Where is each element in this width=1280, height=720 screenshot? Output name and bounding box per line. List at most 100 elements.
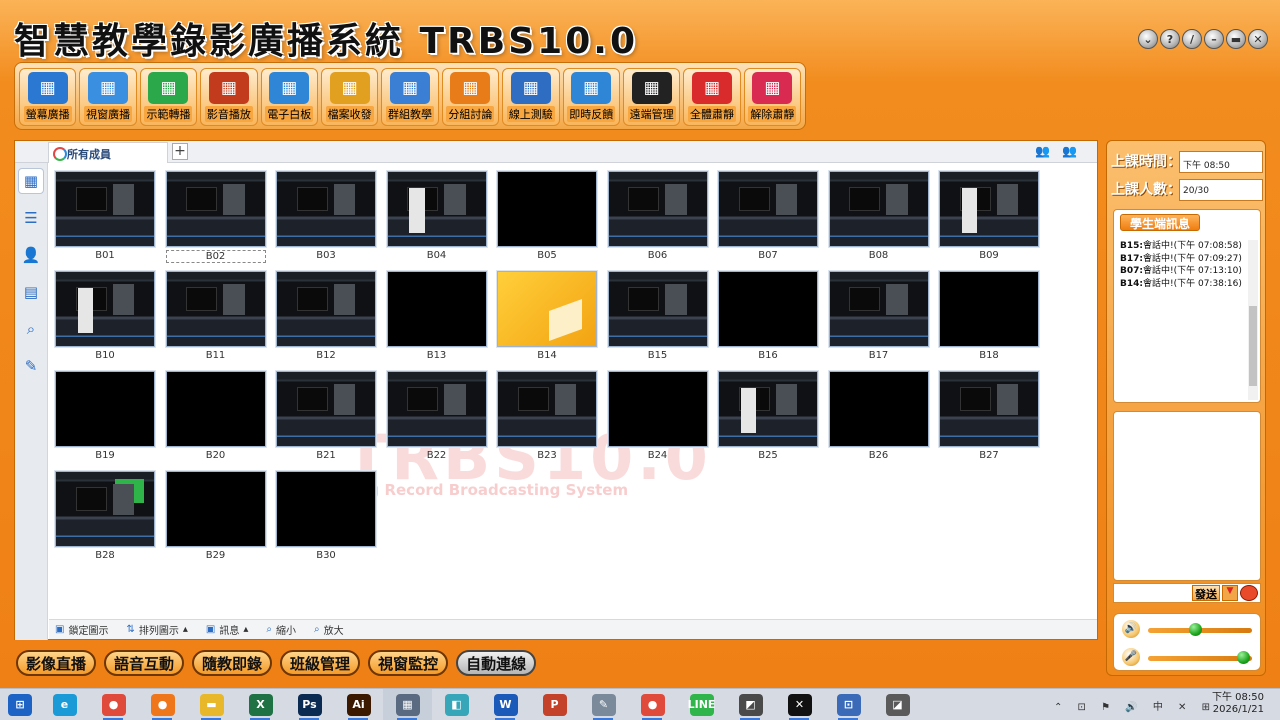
student-screen-thumbnail[interactable] (718, 371, 818, 447)
student-screen-thumbnail[interactable] (828, 171, 929, 247)
toolbar-button-4[interactable]: ▦ 影音播放 (200, 68, 258, 126)
student-screen-thumbnail[interactable] (497, 271, 597, 347)
taskbar-word[interactable]: W (481, 689, 530, 720)
student-tile[interactable]: B09 (939, 171, 1039, 263)
student-screen-thumbnail[interactable] (828, 271, 929, 347)
taskbar-network-app[interactable]: ⊡ (824, 689, 873, 720)
student-screen-thumbnail[interactable] (828, 371, 929, 447)
document-icon[interactable]: ▤ (18, 279, 44, 305)
student-screen-thumbnail[interactable] (165, 371, 266, 447)
taskbar-edge[interactable]: e (40, 689, 89, 720)
student-screen-thumbnail[interactable] (607, 371, 708, 447)
student-screen-thumbnail[interactable] (718, 171, 818, 247)
student-tile[interactable]: B14 (497, 271, 597, 363)
toolbar-button-6[interactable]: ▦ 檔案收發 (320, 68, 379, 126)
speaker-icon[interactable]: 🔊 (1122, 620, 1140, 638)
taskbar-paint[interactable]: ✎ (579, 689, 628, 720)
student-screen-thumbnail[interactable] (718, 271, 818, 347)
pen-icon[interactable]: ✎ (18, 353, 44, 379)
student-tile[interactable]: B04 (386, 171, 487, 263)
student-screen-thumbnail[interactable] (607, 171, 708, 247)
student-tile[interactable]: B21 (276, 371, 376, 463)
mode-tab[interactable]: 語音互動 (104, 650, 185, 676)
student-tile[interactable]: B28 (55, 471, 155, 563)
toolbar-button-7[interactable]: ▦ 群組教學 (381, 68, 439, 126)
send-button[interactable]: 發送 (1192, 585, 1220, 601)
toolbar-button-5[interactable]: ▦ 電子白板 (260, 68, 318, 126)
taskbar-chrome[interactable]: ● (89, 689, 138, 720)
zoom-in-button[interactable]: ⌕ 放大 (314, 622, 344, 637)
student-tile[interactable]: B25 (718, 371, 818, 463)
student-tile[interactable]: B03 (276, 171, 376, 263)
student-screen-thumbnail[interactable] (939, 271, 1039, 347)
toolbar-button-3[interactable]: ▦ 示範轉播 (139, 68, 198, 126)
student-screen-thumbnail[interactable] (607, 271, 708, 347)
list-view-icon[interactable]: ☰ (18, 205, 44, 231)
speaker-slider[interactable] (1148, 623, 1252, 636)
student-tile[interactable]: B24 (607, 371, 708, 463)
messages-scrollbar[interactable] (1248, 240, 1258, 400)
dropdown-icon[interactable]: ▼ (1222, 585, 1238, 601)
student-tile[interactable]: B26 (828, 371, 929, 463)
student-tile[interactable]: B06 (607, 171, 708, 263)
taskbar-photoshop[interactable]: Ps (285, 689, 334, 720)
lock-layout-button[interactable]: ▣ 鎖定圖示 (55, 622, 108, 637)
student-screen-thumbnail[interactable] (386, 271, 487, 347)
toolbar-button-2[interactable]: ▦ 視窗廣播 (79, 68, 137, 126)
toolbar-button-10[interactable]: ▦ 即時反饋 (562, 68, 620, 126)
mode-tab[interactable]: 隨教即錄 (192, 650, 273, 676)
mode-tab[interactable]: 視窗監控 (368, 650, 449, 676)
add-tab-button[interactable]: + (172, 143, 188, 160)
student-tile[interactable]: B05 (497, 171, 597, 263)
student-tile[interactable]: B20 (165, 371, 266, 463)
member-view-icons[interactable]: 👥👥 (1035, 144, 1089, 158)
search-doc-icon[interactable]: ⌕ (18, 316, 44, 342)
toolbar-button-8[interactable]: ▦ 分組討論 (441, 68, 500, 126)
speaker-knob[interactable] (1188, 623, 1202, 636)
student-tile[interactable]: B01 (55, 171, 155, 263)
taskbar-start[interactable]: ⊞ (0, 689, 40, 720)
tab-all-members[interactable]: 所有成員 (48, 142, 168, 163)
close-icon[interactable]: ✕ (1248, 29, 1268, 49)
toolbar-button-12[interactable]: ▦ 全體肅靜 (683, 68, 741, 126)
student-screen-thumbnail[interactable] (386, 371, 487, 447)
student-screen-thumbnail[interactable] (55, 471, 155, 547)
student-screen-thumbnail[interactable] (276, 471, 376, 547)
student-tile[interactable]: B13 (386, 271, 487, 363)
help-icon[interactable]: ? (1160, 29, 1180, 49)
student-tile[interactable]: B15 (607, 271, 708, 363)
student-tile[interactable]: B07 (718, 171, 818, 263)
minimize-alt-icon[interactable]: ⌄ (1138, 29, 1158, 49)
taskbar-trbs[interactable]: ▦ (383, 688, 432, 720)
mic-slider[interactable] (1148, 651, 1252, 664)
minimize-icon[interactable]: – (1204, 29, 1224, 49)
student-screen-thumbnail[interactable] (497, 171, 597, 247)
student-screen-thumbnail[interactable] (55, 371, 155, 447)
grid-view-icon[interactable]: ▦ (18, 168, 44, 194)
microphone-icon[interactable]: 🎤 (1122, 648, 1140, 666)
user-icon[interactable]: 👤 (18, 242, 44, 268)
student-screen-thumbnail[interactable] (497, 371, 597, 447)
student-tile[interactable]: B16 (718, 271, 818, 363)
taskbar-file-explorer[interactable]: ▬ (187, 689, 236, 720)
student-tile[interactable]: B27 (939, 371, 1039, 463)
student-tile[interactable]: B10 (55, 271, 155, 363)
mode-tab[interactable]: 班級管理 (280, 650, 361, 676)
student-tile[interactable]: B22 (386, 371, 487, 463)
student-screen-thumbnail[interactable] (165, 171, 266, 247)
taskbar-powerpoint[interactable]: P (530, 689, 579, 720)
student-tile[interactable]: B30 (276, 471, 376, 563)
toolbar-button-1[interactable]: ▦ 螢幕廣播 (19, 68, 77, 126)
taskbar-remote-app[interactable]: ◩ (726, 689, 775, 720)
mic-knob[interactable] (1237, 651, 1251, 664)
student-tile[interactable]: B23 (497, 371, 597, 463)
student-tile[interactable]: B08 (828, 171, 929, 263)
message-compose-area[interactable] (1113, 411, 1261, 581)
student-tile[interactable]: B12 (276, 271, 376, 363)
student-tile[interactable]: B11 (165, 271, 266, 363)
student-tile[interactable]: B19 (55, 371, 155, 463)
taskbar-glass-app[interactable]: ◧ (432, 689, 481, 720)
student-tile[interactable]: B29 (165, 471, 266, 563)
taskbar-illustrator[interactable]: Ai (334, 689, 383, 720)
student-screen-thumbnail[interactable] (165, 471, 266, 547)
